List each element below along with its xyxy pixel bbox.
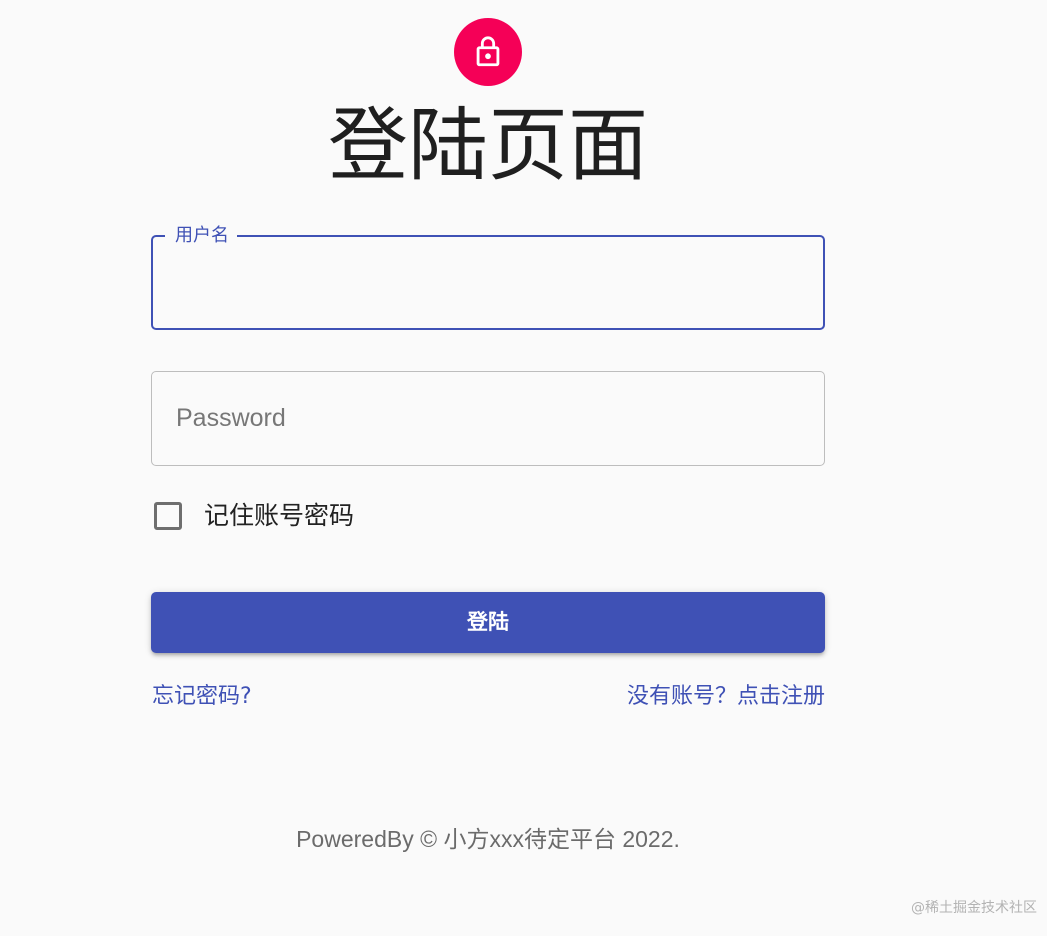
page-title: 登陆页面 [328,99,648,192]
username-field[interactable]: 用户名 [151,225,825,330]
watermark: @稀土掘金技术社区 [911,900,1037,916]
remember-checkbox[interactable] [154,502,182,530]
username-label: 用户名 [165,225,237,247]
lock-icon [476,36,500,67]
copyright-text: PoweredBy © 小方xxx待定平台 2022. [296,826,680,852]
avatar [454,18,522,86]
forgot-password-link[interactable]: 忘记密码? [152,682,252,712]
register-link[interactable]: 没有账号？点击注册 [627,682,825,712]
remember-me-row[interactable]: 记住账号密码 [151,496,354,536]
password-placeholder: Password [176,404,286,432]
login-button[interactable]: 登陆 [151,592,825,653]
remember-label[interactable]: 记住账号密码 [204,500,354,532]
password-field[interactable]: Password [151,371,825,466]
